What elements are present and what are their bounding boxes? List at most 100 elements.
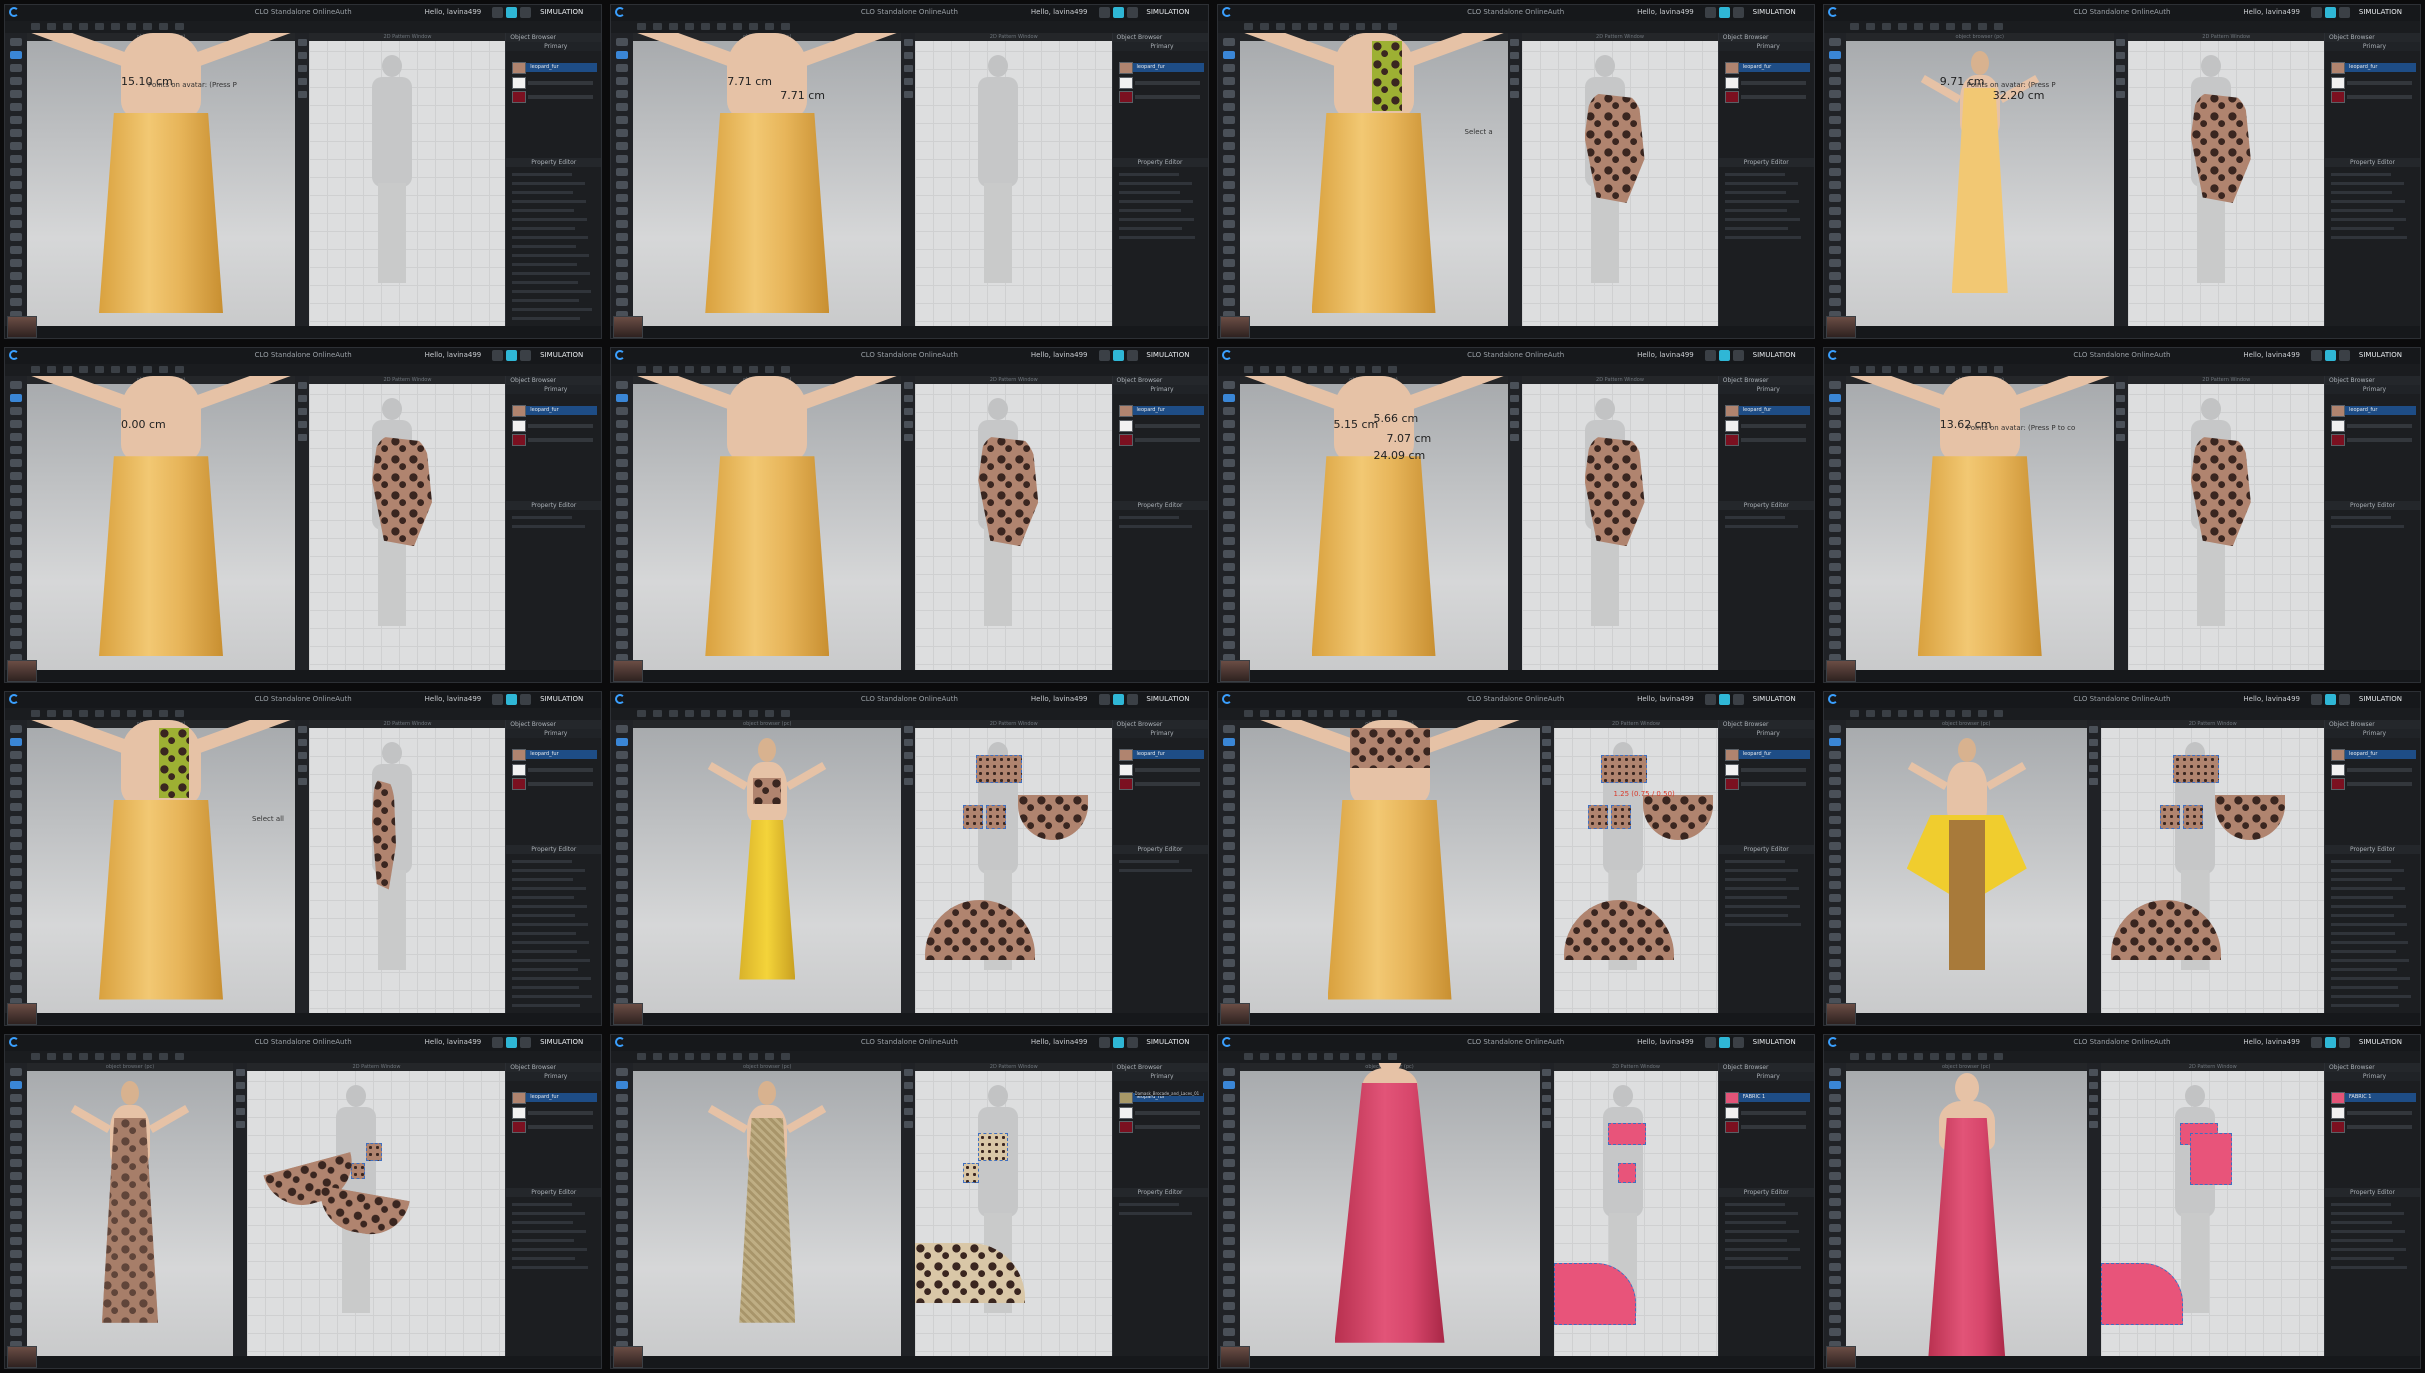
toolbar-icon[interactable] (1913, 23, 1923, 30)
toolbar-icon[interactable] (1977, 23, 1987, 30)
property-row[interactable] (2331, 1211, 2404, 1215)
simulation-toggle[interactable]: SIMULATION (1753, 695, 1796, 703)
property-row[interactable] (512, 1265, 589, 1269)
bodice-pattern-piece[interactable] (976, 754, 1023, 783)
account-icon[interactable] (2311, 1036, 2322, 1048)
toolbar-icon[interactable] (1275, 23, 1285, 30)
tool-icon[interactable] (10, 867, 22, 876)
tool-icon[interactable] (10, 737, 22, 746)
tool-icon[interactable] (1222, 602, 1235, 611)
toolbar-icon[interactable] (31, 366, 40, 374)
tool-icon[interactable] (1828, 194, 1841, 202)
toolbar-icon[interactable] (1897, 1052, 1907, 1060)
toolbar-icon[interactable] (701, 366, 711, 374)
property-row[interactable] (2331, 886, 2405, 890)
settings-icon[interactable] (2339, 1036, 2350, 1048)
tool-icon[interactable] (10, 194, 22, 202)
toolbar-icon[interactable] (1387, 366, 1397, 374)
tool-icon[interactable] (1828, 1223, 1841, 1232)
tool-icon[interactable] (616, 906, 629, 915)
pattern-tool-icon[interactable] (297, 78, 307, 85)
tool-icon[interactable] (616, 64, 629, 72)
property-row[interactable] (1724, 173, 1785, 176)
back-pattern-piece[interactable] (1617, 1162, 1636, 1183)
simulation-toggle[interactable]: SIMULATION (1753, 1038, 1796, 1046)
tool-icon[interactable] (616, 259, 629, 267)
fabric-swatch[interactable] (512, 91, 527, 103)
tool-icon[interactable] (1828, 272, 1841, 280)
toolbar-icon[interactable] (1945, 709, 1955, 717)
property-row[interactable] (512, 1220, 574, 1224)
tool-icon[interactable] (616, 945, 629, 954)
pattern-tool-icon[interactable] (297, 725, 307, 733)
tool-icon[interactable] (616, 789, 629, 798)
fabric-swatch[interactable] (1724, 1120, 1739, 1133)
toolbar-icon[interactable] (1371, 1052, 1381, 1060)
pattern-tool-icon[interactable] (1542, 1120, 1551, 1128)
tool-icon[interactable] (1222, 1106, 1235, 1115)
toolbar-icon[interactable] (1355, 366, 1365, 374)
tool-icon[interactable] (616, 589, 629, 598)
property-row[interactable] (512, 236, 589, 239)
tool-icon[interactable] (10, 1275, 22, 1284)
viewport-3d[interactable]: object browser (pc) (1845, 719, 2087, 1013)
toolbar-icon[interactable] (717, 709, 727, 717)
tool-icon[interactable] (1828, 1262, 1841, 1271)
toolbar-icon[interactable] (1929, 1052, 1939, 1060)
toolbar-icon[interactable] (1977, 1052, 1987, 1060)
tool-icon[interactable] (1222, 958, 1235, 967)
viewport-2d[interactable]: 2D Pattern Window (309, 719, 506, 1013)
property-row[interactable] (2331, 859, 2391, 863)
tool-icon[interactable] (10, 1301, 22, 1310)
tool-icon[interactable] (1222, 272, 1235, 280)
property-row[interactable] (1118, 868, 1192, 872)
simulation-toggle[interactable]: SIMULATION (540, 1038, 583, 1046)
tool-icon[interactable] (616, 207, 629, 215)
tool-icon[interactable] (616, 828, 629, 837)
tool-icon[interactable] (10, 420, 22, 429)
tool-icon[interactable] (1828, 815, 1841, 824)
toolbar-icon[interactable] (1291, 1052, 1301, 1060)
tool-icon[interactable] (616, 893, 629, 902)
pattern-tool-icon[interactable] (2089, 1107, 2099, 1115)
pattern-tool-icon[interactable] (1542, 1094, 1551, 1102)
settings-icon[interactable] (520, 350, 532, 362)
pattern-tool-icon[interactable] (903, 382, 913, 390)
tool-icon[interactable] (1222, 945, 1235, 954)
tool-icon[interactable] (616, 763, 629, 772)
tool-icon[interactable] (10, 1249, 22, 1258)
toolbar-icon[interactable] (1355, 1052, 1365, 1060)
library-item-name[interactable]: Damask_Brocade_and_Laces_01 (1134, 1090, 1203, 1096)
tool-icon[interactable] (1828, 485, 1841, 494)
tool-icon[interactable] (10, 628, 22, 637)
property-row[interactable] (512, 958, 591, 962)
property-row[interactable] (512, 299, 580, 302)
property-row[interactable] (1118, 859, 1179, 863)
tool-icon[interactable] (616, 628, 629, 637)
tool-icon[interactable] (1828, 1184, 1841, 1193)
toolbar-icon[interactable] (1929, 23, 1939, 30)
property-row[interactable] (2331, 967, 2397, 971)
tool-icon[interactable] (1222, 1158, 1235, 1167)
tool-icon[interactable] (616, 420, 629, 429)
toolbar-icon[interactable] (1977, 709, 1987, 717)
toolbar-icon[interactable] (1945, 1052, 1955, 1060)
tool-icon[interactable] (1828, 51, 1841, 59)
fabric-tab[interactable]: Primary (1112, 1071, 1208, 1081)
property-row[interactable] (1118, 173, 1179, 176)
tool-icon[interactable] (10, 1080, 22, 1089)
viewport-3d[interactable]: object browser (pc)Select a (1239, 33, 1508, 327)
fabric-swatch[interactable] (2331, 420, 2345, 433)
property-row[interactable] (1724, 1220, 1786, 1224)
pattern-tool-icon[interactable] (1542, 751, 1551, 759)
fabric-swatch[interactable] (1724, 62, 1739, 74)
fabric-swatch[interactable] (1724, 420, 1739, 433)
tool-icon[interactable] (1828, 524, 1841, 533)
tool-icon[interactable] (616, 576, 629, 585)
skirt-pattern-piece[interactable] (925, 899, 1036, 960)
tool-icon[interactable] (10, 841, 22, 850)
property-row[interactable] (512, 913, 576, 917)
tool-icon[interactable] (1222, 1197, 1235, 1206)
fabric-swatch[interactable] (2331, 62, 2345, 74)
pattern-tool-icon[interactable] (1510, 65, 1519, 72)
